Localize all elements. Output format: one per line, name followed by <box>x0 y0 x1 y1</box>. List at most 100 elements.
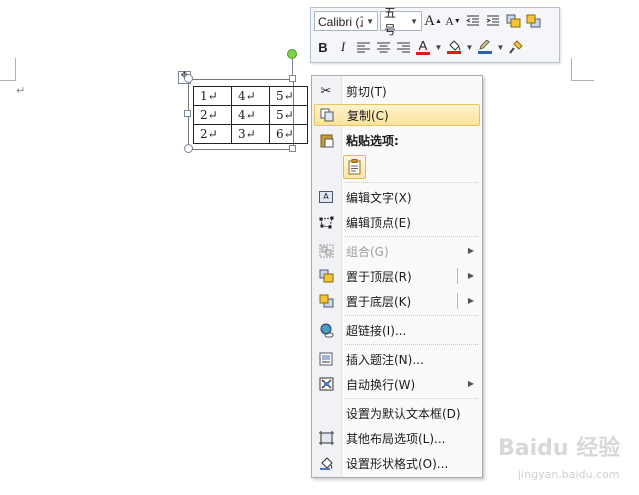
wrap-text-icon <box>314 373 338 395</box>
submenu-arrow-icon: ▶ <box>467 379 474 388</box>
chevron-down-icon: ▼ <box>410 16 418 26</box>
menu-item-set-default-textbox[interactable]: 设置为默认文本框(D) <box>314 402 480 424</box>
clipboard-icon <box>314 129 338 151</box>
group-icon <box>314 240 338 262</box>
menu-item-label: 自动换行(W) <box>346 377 416 392</box>
format-painter-icon <box>508 40 523 54</box>
resize-handle-top-left[interactable] <box>184 74 193 83</box>
menu-item-label: 剪切(T) <box>346 84 387 99</box>
page-corner-mark <box>15 58 16 81</box>
blank-icon <box>314 402 338 424</box>
scissors-icon: ✂ <box>320 83 332 99</box>
menu-item-label: 置于顶层(R) <box>346 269 412 284</box>
menu-item-group[interactable]: 组合(G) ▶ <box>314 240 480 262</box>
resize-handle-left[interactable] <box>184 110 191 117</box>
submenu-arrow-icon[interactable]: ▶ <box>468 271 474 280</box>
menu-item-label: 编辑顶点(E) <box>346 215 411 230</box>
mini-toolbar-row-font: Calibri (正 ▼ 五号 ▼ A▲ A▼ <box>314 6 544 37</box>
resize-handle-top[interactable] <box>289 75 296 82</box>
resize-handle-bottom[interactable] <box>289 145 296 152</box>
menu-item-label: 复制(C) <box>347 108 389 123</box>
send-backward-button[interactable] <box>524 11 542 31</box>
menu-item-label: 超链接(I)... <box>346 323 407 338</box>
shape-outline-button[interactable] <box>476 37 494 57</box>
menu-item-send-to-back[interactable]: 置于底层(K) ▶ <box>314 290 480 312</box>
menu-item-label: 其他布局选项(L)... <box>346 431 446 446</box>
menu-item-insert-caption[interactable]: 插入题注(N)... <box>314 348 480 370</box>
menu-item-bring-to-front[interactable]: 置于顶层(R) ▶ <box>314 265 480 287</box>
menu-item-copy[interactable]: 复制(C) <box>314 104 480 126</box>
submenu-arrow-icon: ▶ <box>467 246 474 255</box>
decrease-indent-button[interactable] <box>464 11 482 31</box>
resize-handle-bottom-left[interactable] <box>184 144 193 153</box>
table-cell[interactable]: 4↵ <box>231 105 270 125</box>
mini-toolbar-row-format: B I A ▼ ▼ ▼ <box>314 36 527 58</box>
bold-button[interactable]: B <box>314 37 332 57</box>
menu-item-format-shape[interactable]: 设置形状格式(O)... <box>314 452 480 474</box>
font-size-value: 五号 <box>384 6 397 37</box>
table-cell[interactable]: 4↵ <box>231 86 270 106</box>
shrink-font-button[interactable]: A ▼ <box>444 11 462 31</box>
grow-font-button[interactable]: A ▲ <box>424 11 442 31</box>
rotation-handle[interactable] <box>287 49 297 59</box>
bring-forward-icon <box>506 14 520 28</box>
document-table: 1↵ 4↵ 5↵ 2↵ 4↵ 5↵ 2↵ 3↵ 6↵ <box>193 86 308 144</box>
menu-item-edit-points[interactable]: 编辑顶点(E) <box>314 211 480 233</box>
bring-forward-button[interactable] <box>504 11 522 31</box>
chevron-down-icon[interactable]: ▼ <box>465 37 474 57</box>
font-name-value: Calibri (正 <box>318 14 363 29</box>
table-cell[interactable]: 5↵ <box>269 86 308 106</box>
chevron-down-icon[interactable]: ▼ <box>434 37 443 57</box>
menu-item-label: 组合(G) <box>346 244 389 259</box>
menu-item-label: 设置为默认文本框(D) <box>346 406 461 421</box>
table-cell[interactable]: 3↵ <box>231 124 270 144</box>
font-size-combo[interactable]: 五号 ▼ <box>380 6 422 37</box>
paste-clipboard-icon <box>348 159 361 175</box>
watermark-url: jingyan.baidu.com <box>518 468 620 481</box>
font-name-combo[interactable]: Calibri (正 ▼ <box>314 11 378 31</box>
menu-separator <box>345 344 478 346</box>
paste-keep-text-only-button[interactable] <box>343 155 366 179</box>
menu-item-edit-text[interactable]: A 编辑文字(X) <box>314 186 480 208</box>
paragraph-mark: ↵ <box>16 84 26 97</box>
menu-item-label: 粘贴选项: <box>346 133 399 148</box>
menu-item-label: 置于底层(K) <box>346 294 412 309</box>
align-right-icon <box>396 42 410 52</box>
align-right-button[interactable] <box>394 37 412 57</box>
align-left-button[interactable] <box>354 37 372 57</box>
context-menu: ✂ 剪切(T) 复制(C) 粘贴选项: A 编辑文字(X) 编辑顶点(E) 组合… <box>311 75 483 478</box>
paint-bucket-icon <box>449 40 461 51</box>
format-shape-icon <box>314 452 338 474</box>
table-cell[interactable]: 6↵ <box>269 124 308 144</box>
edit-points-icon <box>314 211 338 233</box>
menu-item-more-layout[interactable]: 其他布局选项(L)... <box>314 427 480 449</box>
menu-item-hyperlink[interactable]: 超链接(I)... <box>314 319 480 341</box>
page-corner-mark <box>571 58 572 81</box>
table-cell[interactable]: 5↵ <box>269 105 308 125</box>
bring-to-front-icon <box>314 265 338 287</box>
font-color-button[interactable]: A <box>414 37 432 57</box>
table-cell[interactable]: 2↵ <box>193 124 232 144</box>
decrease-indent-icon <box>466 15 479 26</box>
table-row: 2↵ 3↵ 6↵ <box>193 124 308 144</box>
mini-toolbar: Calibri (正 ▼ 五号 ▼ A▲ A▼ B I <box>310 6 560 63</box>
split-divider <box>457 268 458 284</box>
font-color-glyph: A <box>418 37 428 53</box>
menu-paste-options-header: 粘贴选项: <box>314 129 480 151</box>
italic-button[interactable]: I <box>334 37 352 57</box>
layout-options-icon <box>314 427 338 449</box>
align-center-button[interactable] <box>374 37 392 57</box>
edit-text-icon: A <box>314 186 338 208</box>
table-cell[interactable]: 2↵ <box>193 105 232 125</box>
format-painter-button[interactable] <box>507 37 525 57</box>
menu-item-cut[interactable]: ✂ 剪切(T) <box>314 80 480 102</box>
chevron-down-icon[interactable]: ▼ <box>496 37 505 57</box>
submenu-arrow-icon[interactable]: ▶ <box>468 296 474 305</box>
align-left-icon <box>356 42 370 52</box>
menu-item-wrap-text[interactable]: 自动换行(W) ▶ <box>314 373 480 395</box>
table-cell[interactable]: 1↵ <box>193 86 232 106</box>
shape-fill-button[interactable] <box>445 37 463 57</box>
increase-indent-button[interactable] <box>484 11 502 31</box>
split-divider <box>457 293 458 309</box>
chevron-down-icon: ▼ <box>366 16 374 26</box>
